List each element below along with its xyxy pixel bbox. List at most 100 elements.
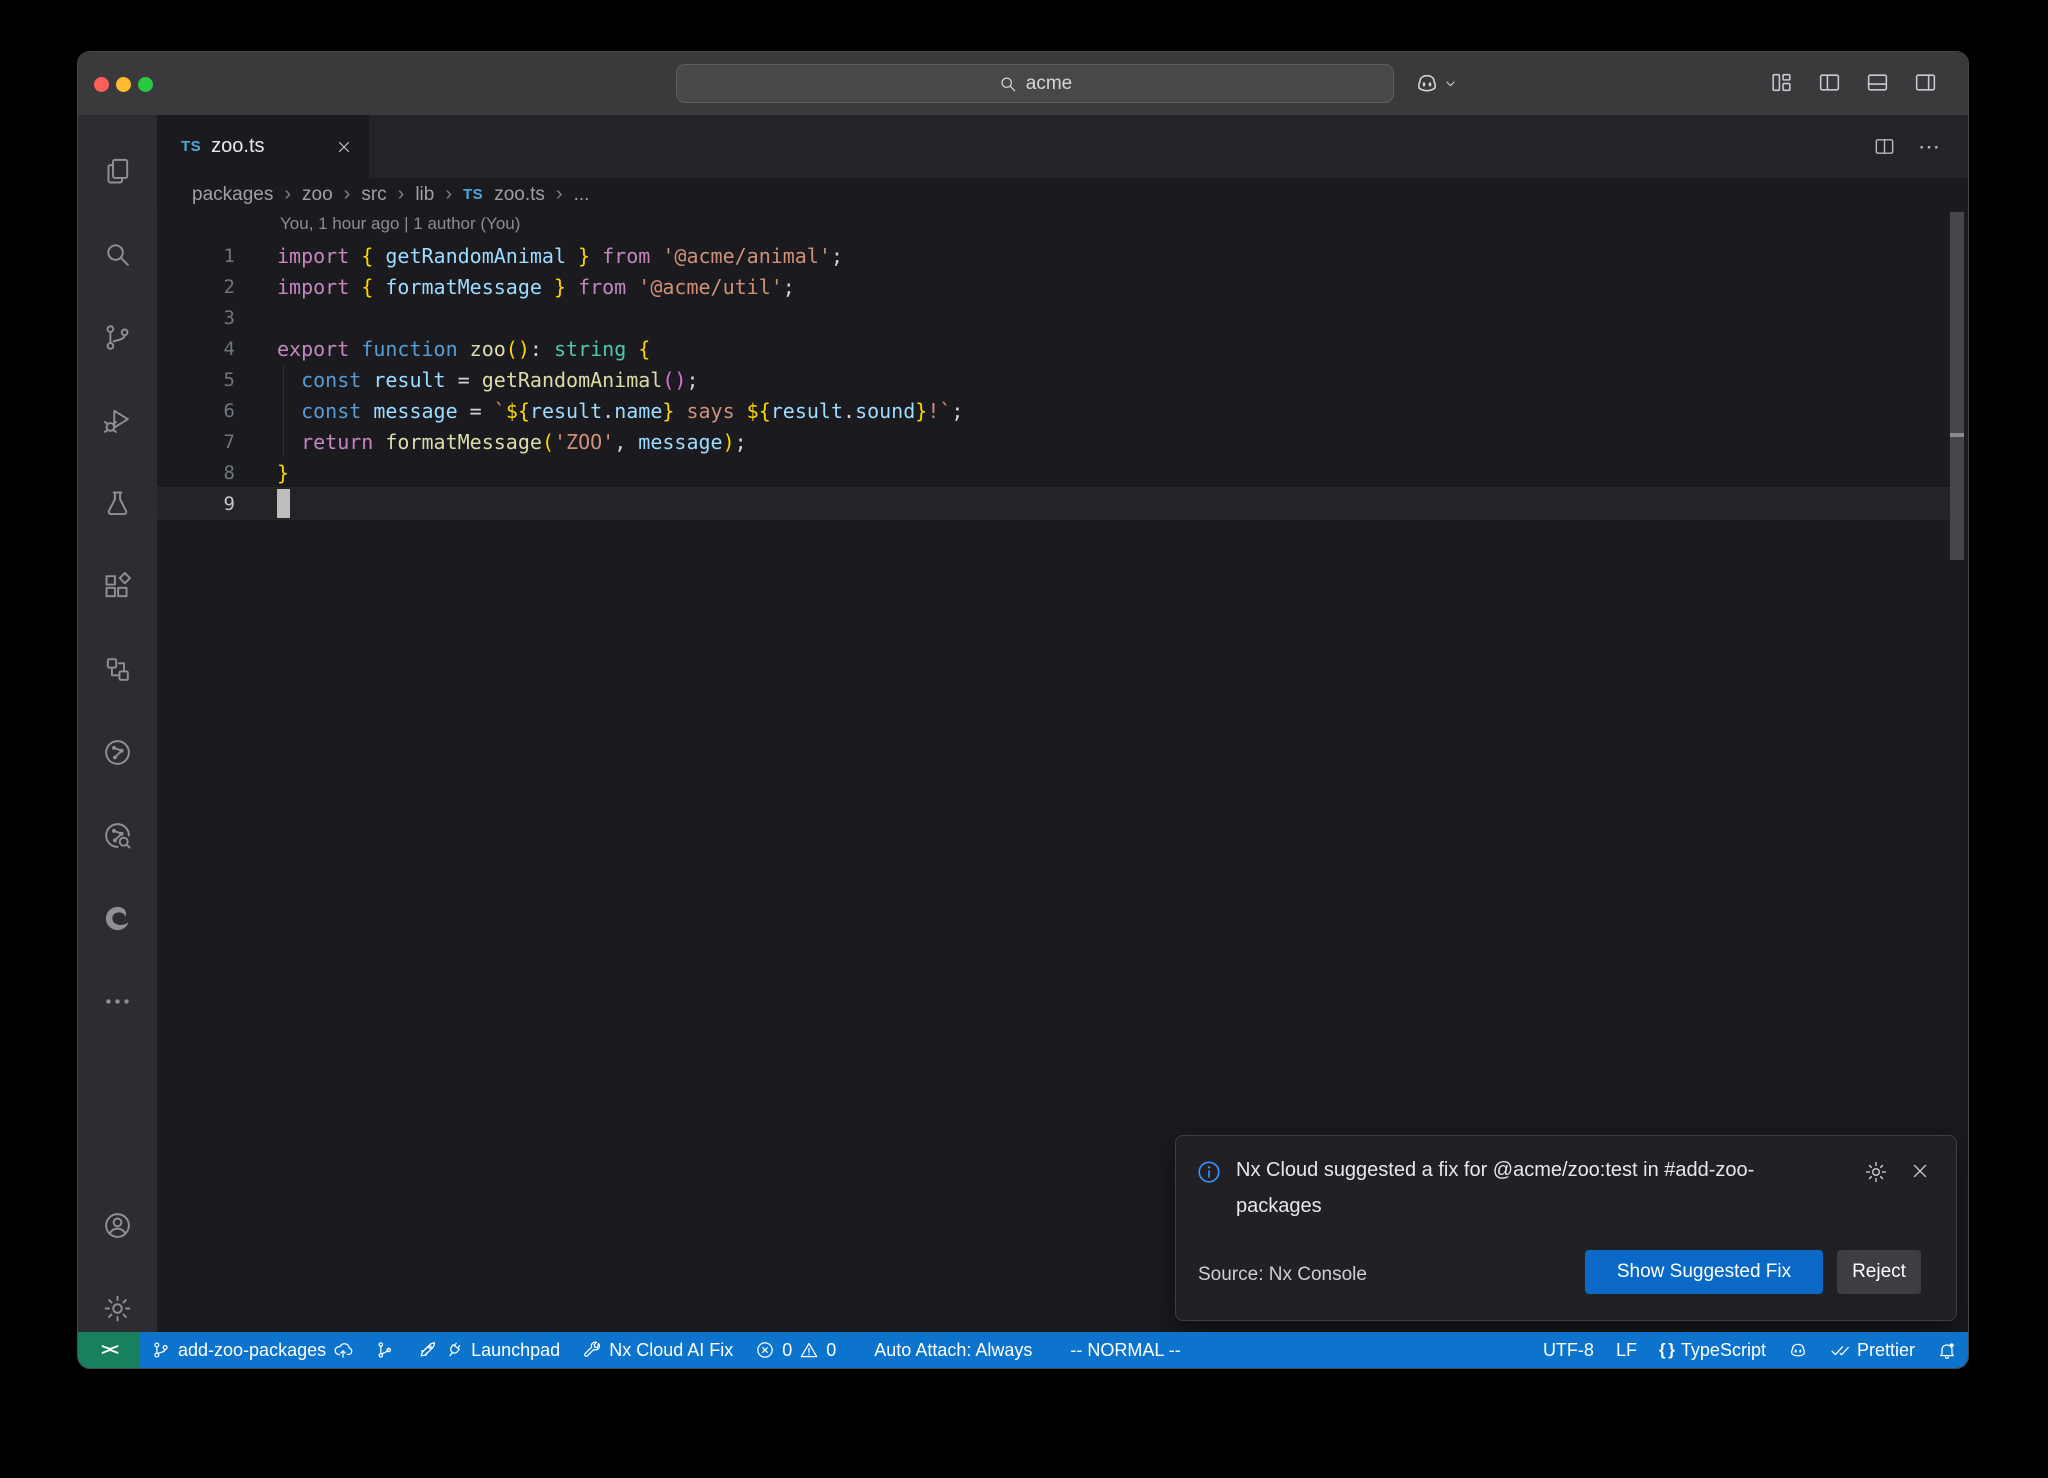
status-item-nx-cloud-ai-fix[interactable]: Nx Cloud AI Fix [571,1332,744,1368]
account-icon [102,1210,133,1241]
code-text: return formatMessage('ZOO', message); [277,430,747,454]
notification-message: Nx Cloud suggested a fix for @acme/zoo:t… [1236,1152,1836,1224]
toggle-sidebar-button[interactable] [1817,70,1842,95]
status-bar: >< add-zoo-packages Launchpad Nx Cloud AI … [78,1332,1968,1368]
line-number: 7 [157,431,235,453]
status-item-launchpad[interactable]: Launchpad [406,1332,571,1368]
code-text: const result = getRandomAnimal(); [277,368,699,392]
code-line[interactable]: 9 [157,488,1950,519]
breadcrumb-item[interactable]: lib [415,184,434,206]
sidebar-item-more-views[interactable] [78,969,157,1033]
copilot-icon [1414,70,1440,96]
code-line[interactable]: 2import { formatMessage } from '@acme/ut… [157,271,1950,302]
sidebar-item-nx-console[interactable] [78,720,157,784]
toggle-panel-button[interactable] [1865,70,1890,95]
status-item-source-control-graph[interactable] [364,1332,406,1368]
code-line[interactable]: 1import { getRandomAnimal } from '@acme/… [157,240,1950,271]
code-line[interactable]: 7 return formatMessage('ZOO', message); [157,426,1950,457]
breadcrumb-file[interactable]: zoo.ts [494,184,545,206]
rocket-icon [417,1340,437,1360]
blame-annotation[interactable]: You, 1 hour ago | 1 author (You) [280,214,520,234]
info-icon [1196,1159,1222,1185]
more-actions-button[interactable]: ⋯ [1918,142,1942,152]
sidebar-item-testing[interactable] [78,471,157,535]
breadcrumb-separator-icon: › [344,183,351,206]
command-center-search[interactable]: acme [676,64,1394,103]
code-editor[interactable]: 1import { getRandomAnimal } from '@acme/… [157,240,1950,519]
close-window-button[interactable] [94,77,109,92]
status-item-label: UTF-8 [1543,1340,1594,1361]
sidebar-item-run-debug[interactable] [78,388,157,452]
status-item-label: add-zoo-packages [178,1340,326,1361]
breadcrumb-item[interactable]: src [361,184,386,206]
status-item-label: -- NORMAL -- [1070,1340,1180,1361]
reject-button[interactable]: Reject [1837,1250,1921,1294]
status-item-label: TypeScript [1681,1340,1766,1361]
edge-icon [102,903,133,934]
cloud-upload-icon [333,1340,353,1360]
branch-icon [151,1340,171,1360]
code-line[interactable]: 4export function zoo(): string { [157,333,1950,364]
maximize-window-button[interactable] [138,77,153,92]
sidebar-item-project-hierarchy[interactable] [78,637,157,701]
status-item-vim-mode[interactable]: -- NORMAL -- [1059,1332,1191,1368]
indent-guide [283,364,284,395]
status-item-copilot-status[interactable] [1777,1332,1819,1368]
copilot-menu-button[interactable] [1414,70,1459,96]
breadcrumb-symbol-more[interactable]: ... [574,184,590,206]
notification-close-icon[interactable] [1909,1160,1931,1182]
show-suggested-fix-button[interactable]: Show Suggested Fix [1585,1250,1823,1294]
customize-layout-button[interactable] [1769,70,1794,95]
code-line[interactable]: 3 [157,302,1950,333]
toggle-secondary-sidebar-button[interactable] [1913,70,1938,95]
status-item-branch-sync[interactable]: add-zoo-packages [140,1332,364,1368]
status-item-language-mode[interactable]: { }TypeScript [1648,1332,1777,1368]
status-item-eol[interactable]: LF [1605,1332,1648,1368]
code-line[interactable]: 5 const result = getRandomAnimal(); [157,364,1950,395]
status-item-label: Nx Cloud AI Fix [609,1340,733,1361]
code-text [277,489,290,518]
status-item-notifications-bell[interactable] [1926,1332,1968,1368]
code-line[interactable]: 8} [157,457,1950,488]
split-editor-button[interactable] [1873,135,1896,158]
sidebar-item-accounts[interactable] [78,1193,157,1257]
code-text: const message = `${result.name} says ${r… [277,399,963,423]
close-tab-icon[interactable] [335,138,353,156]
status-item-label: LF [1616,1340,1637,1361]
minimize-window-button[interactable] [116,77,131,92]
breadcrumb-item[interactable]: packages [192,184,273,206]
debug-icon [102,405,133,436]
notification-toast: Nx Cloud suggested a fix for @acme/zoo:t… [1175,1135,1957,1321]
sidebar-item-source-control[interactable] [78,305,157,369]
breadcrumb-item[interactable]: zoo [302,184,333,206]
gear-icon [102,1293,133,1324]
indent-guide [283,395,284,426]
sidebar-item-explorer[interactable] [78,139,157,203]
sidebar-item-nx-cloud[interactable] [78,803,157,867]
line-number: 9 [157,493,235,515]
sidebar-item-settings[interactable] [78,1276,157,1340]
line-number: 8 [157,462,235,484]
status-item-formatter-prettier[interactable]: Prettier [1819,1332,1926,1368]
org-chart-icon [102,654,133,685]
breadcrumb: packages›zoo›src›lib›TSzoo.ts›... [157,178,1968,211]
status-item-auto-attach[interactable]: Auto Attach: Always [863,1332,1043,1368]
code-line[interactable]: 6 const message = `${result.name} says $… [157,395,1950,426]
tab-zoo-ts[interactable]: TS zoo.ts [157,115,369,178]
title-bar: acme [78,52,1968,116]
sidebar-item-extensions[interactable] [78,554,157,618]
indent-guide [283,426,284,457]
sidebar-item-search[interactable] [78,222,157,286]
activity-bar [78,115,158,1332]
remote-indicator[interactable]: >< [78,1332,140,1368]
editor-cursor [277,489,290,518]
sidebar-item-edge-tools[interactable] [78,886,157,950]
status-item-label: Auto Attach: Always [874,1340,1032,1361]
breadcrumb-separator-icon: › [445,183,452,206]
tab-label: zoo.ts [211,135,264,158]
editor-scrollbar[interactable] [1950,212,1964,560]
status-item-encoding[interactable]: UTF-8 [1532,1332,1605,1368]
notification-settings-gear-icon[interactable] [1864,1160,1888,1184]
status-item-problems[interactable]: 00 [744,1332,847,1368]
breadcrumb-separator-icon: › [398,183,405,206]
